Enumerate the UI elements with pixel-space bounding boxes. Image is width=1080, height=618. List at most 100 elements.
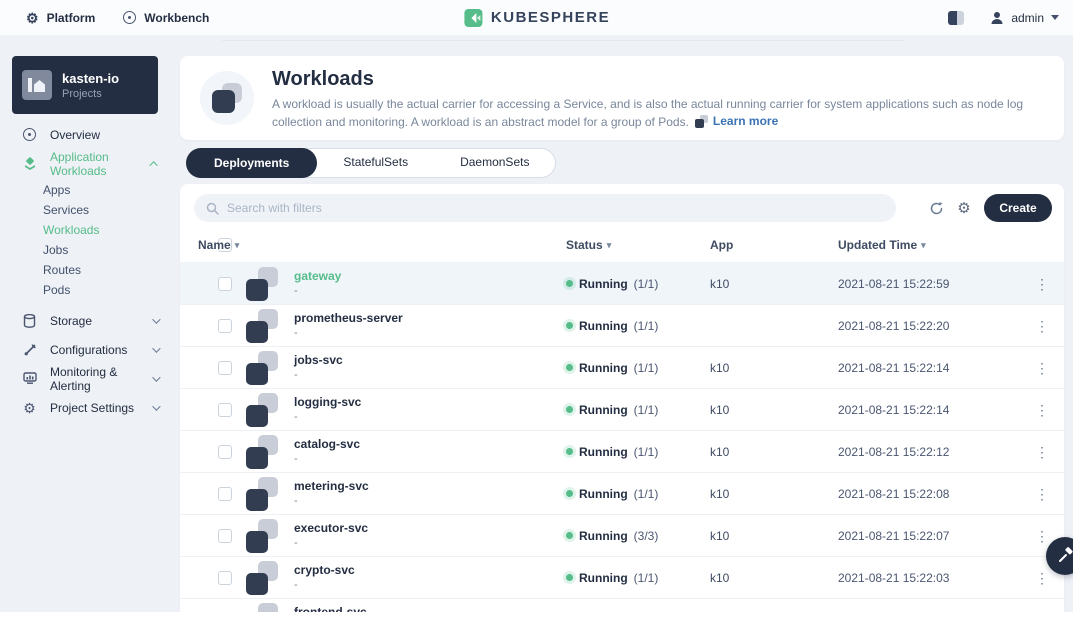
refresh-button[interactable] bbox=[922, 194, 950, 222]
row-actions-kebab-icon[interactable]: ⋮ bbox=[1029, 357, 1055, 379]
workloads-page-icon bbox=[200, 71, 254, 125]
sidebar-item-configurations[interactable]: Configurations bbox=[0, 335, 172, 364]
status-dot-running bbox=[566, 448, 573, 455]
workload-icon bbox=[246, 603, 280, 613]
row-actions-kebab-icon[interactable]: ⋮ bbox=[1029, 399, 1055, 421]
workload-icon bbox=[246, 561, 280, 595]
workload-name-link[interactable]: gateway bbox=[294, 269, 553, 283]
sort-caret-icon: ▾ bbox=[235, 240, 240, 251]
tab-daemonsets[interactable]: DaemonSets bbox=[434, 148, 555, 178]
chevron-down-icon bbox=[152, 402, 160, 410]
column-header-status[interactable]: Status ▾ bbox=[566, 238, 611, 252]
search-box[interactable] bbox=[194, 194, 896, 222]
status-cell: Running (1/1) bbox=[553, 277, 698, 291]
workload-name-link[interactable]: crypto-svc bbox=[294, 563, 553, 577]
status-dot-running bbox=[566, 574, 573, 581]
sidebar-item-project-settings[interactable]: ⚙ Project Settings bbox=[0, 393, 172, 422]
chevron-down-icon bbox=[152, 373, 160, 381]
table-row[interactable]: gateway - Running (1/1) k10 2021-08-21 1… bbox=[180, 262, 1064, 304]
table-row[interactable]: catalog-svc - Running (1/1) k10 2021-08-… bbox=[180, 430, 1064, 472]
project-icon bbox=[22, 70, 52, 100]
chevron-down-icon bbox=[152, 344, 160, 352]
learn-more-link[interactable]: Learn more bbox=[695, 113, 778, 130]
table-row[interactable]: executor-svc - Running (3/3) k10 2021-08… bbox=[180, 514, 1064, 556]
project-selector[interactable]: kasten-io Projects bbox=[12, 56, 158, 114]
column-header-updated-time[interactable]: Updated Time ▾ bbox=[838, 238, 926, 252]
sidebar-item-apps[interactable]: Apps bbox=[0, 180, 172, 200]
row-checkbox[interactable] bbox=[218, 571, 232, 585]
chevron-down-icon bbox=[152, 315, 160, 323]
workload-sub-label: - bbox=[294, 579, 553, 592]
kubesphere-logo-icon bbox=[463, 8, 483, 28]
table-row[interactable]: metering-svc - Running (1/1) k10 2021-08… bbox=[180, 472, 1064, 514]
kubesphere-logo[interactable]: KUBESPHERE bbox=[463, 8, 610, 28]
row-checkbox[interactable] bbox=[218, 529, 232, 543]
platform-nav-button[interactable]: ⚙ Platform bbox=[12, 0, 109, 36]
workload-name-link[interactable]: logging-svc bbox=[294, 395, 553, 409]
workload-sub-label: - bbox=[294, 495, 553, 508]
table-row[interactable]: jobs-svc - Running (1/1) k10 2021-08-21 … bbox=[180, 346, 1064, 388]
app-cell: k10 bbox=[698, 445, 828, 459]
sidebar-menu: Overview Application Workloads Apps Serv… bbox=[0, 120, 172, 422]
user-menu-caret-icon bbox=[1051, 15, 1059, 20]
sidebar-item-application-workloads[interactable]: Application Workloads bbox=[0, 149, 172, 178]
sidebar-item-pods[interactable]: Pods bbox=[0, 280, 172, 300]
sidebar-item-routes[interactable]: Routes bbox=[0, 260, 172, 280]
row-checkbox[interactable] bbox=[218, 319, 232, 333]
refresh-icon bbox=[929, 201, 944, 216]
table-row[interactable]: crypto-svc - Running (1/1) k10 2021-08-2… bbox=[180, 556, 1064, 598]
status-dot-running bbox=[566, 406, 573, 413]
table-row[interactable]: frontend-svc - Running (1/1) k10 2021-08… bbox=[180, 598, 1064, 612]
kubesphere-app: ⚙ Platform Workbench KUBESPHERE bbox=[0, 0, 1073, 612]
storage-icon bbox=[22, 314, 37, 328]
status-cell: Running (1/1) bbox=[553, 571, 698, 585]
user-name: admin bbox=[1011, 11, 1044, 25]
create-button[interactable]: Create bbox=[984, 194, 1052, 222]
row-checkbox[interactable] bbox=[218, 487, 232, 501]
row-checkbox[interactable] bbox=[218, 445, 232, 459]
updated-time-cell: 2021-08-21 15:22:08 bbox=[828, 487, 1020, 501]
search-input[interactable] bbox=[227, 201, 884, 215]
row-actions-kebab-icon[interactable]: ⋮ bbox=[1029, 609, 1055, 613]
tab-statefulsets[interactable]: StatefulSets bbox=[317, 148, 434, 178]
row-actions-kebab-icon[interactable]: ⋮ bbox=[1029, 483, 1055, 505]
workloads-table-card: ⚙ Create Name ▾ Status ▾ bbox=[180, 184, 1064, 612]
column-header-name[interactable]: Name ▾ bbox=[198, 238, 239, 252]
workload-name-link[interactable]: prometheus-server bbox=[294, 311, 553, 325]
sidebar-item-jobs[interactable]: Jobs bbox=[0, 240, 172, 260]
sidebar-item-overview[interactable]: Overview bbox=[0, 120, 172, 149]
project-name: kasten-io bbox=[62, 71, 119, 86]
updated-time-cell: 2021-08-21 15:22:59 bbox=[828, 277, 1020, 291]
table-row[interactable]: prometheus-server - Running (1/1) 2021-0… bbox=[180, 304, 1064, 346]
row-actions-kebab-icon[interactable]: ⋮ bbox=[1029, 315, 1055, 337]
row-checkbox[interactable] bbox=[218, 403, 232, 417]
user-menu[interactable]: admin bbox=[990, 11, 1059, 25]
page-header-card: Workloads A workload is usually the actu… bbox=[180, 56, 1064, 140]
workload-name-link[interactable]: frontend-svc bbox=[294, 605, 553, 612]
tab-deployments[interactable]: Deployments bbox=[186, 148, 317, 178]
row-actions-kebab-icon[interactable]: ⋮ bbox=[1029, 273, 1055, 295]
sidebar-item-monitoring-alerting[interactable]: Monitoring & Alerting bbox=[0, 364, 172, 393]
sidebar-item-services[interactable]: Services bbox=[0, 200, 172, 220]
row-checkbox[interactable] bbox=[218, 361, 232, 375]
workload-mini-icon bbox=[695, 115, 708, 128]
workload-name-link[interactable]: metering-svc bbox=[294, 479, 553, 493]
sort-caret-icon: ▾ bbox=[607, 240, 612, 251]
workload-name-link[interactable]: executor-svc bbox=[294, 521, 553, 535]
workload-sub-label: - bbox=[294, 411, 553, 424]
overview-icon bbox=[22, 128, 37, 141]
customize-columns-button[interactable]: ⚙ bbox=[950, 194, 978, 222]
application-workloads-icon bbox=[22, 157, 37, 171]
search-icon bbox=[206, 202, 219, 215]
workload-name-link[interactable]: catalog-svc bbox=[294, 437, 553, 451]
row-checkbox[interactable] bbox=[218, 277, 232, 291]
status-dot-running bbox=[566, 364, 573, 371]
row-actions-kebab-icon[interactable]: ⋮ bbox=[1029, 441, 1055, 463]
sidebar-item-workloads[interactable]: Workloads bbox=[0, 220, 172, 240]
sidebar-item-storage[interactable]: Storage bbox=[0, 306, 172, 335]
workbench-nav-button[interactable]: Workbench bbox=[109, 0, 223, 36]
workload-name-link[interactable]: jobs-svc bbox=[294, 353, 553, 367]
notifications-icon[interactable] bbox=[948, 11, 964, 25]
status-cell: Running (1/1) bbox=[553, 487, 698, 501]
table-row[interactable]: logging-svc - Running (1/1) k10 2021-08-… bbox=[180, 388, 1064, 430]
